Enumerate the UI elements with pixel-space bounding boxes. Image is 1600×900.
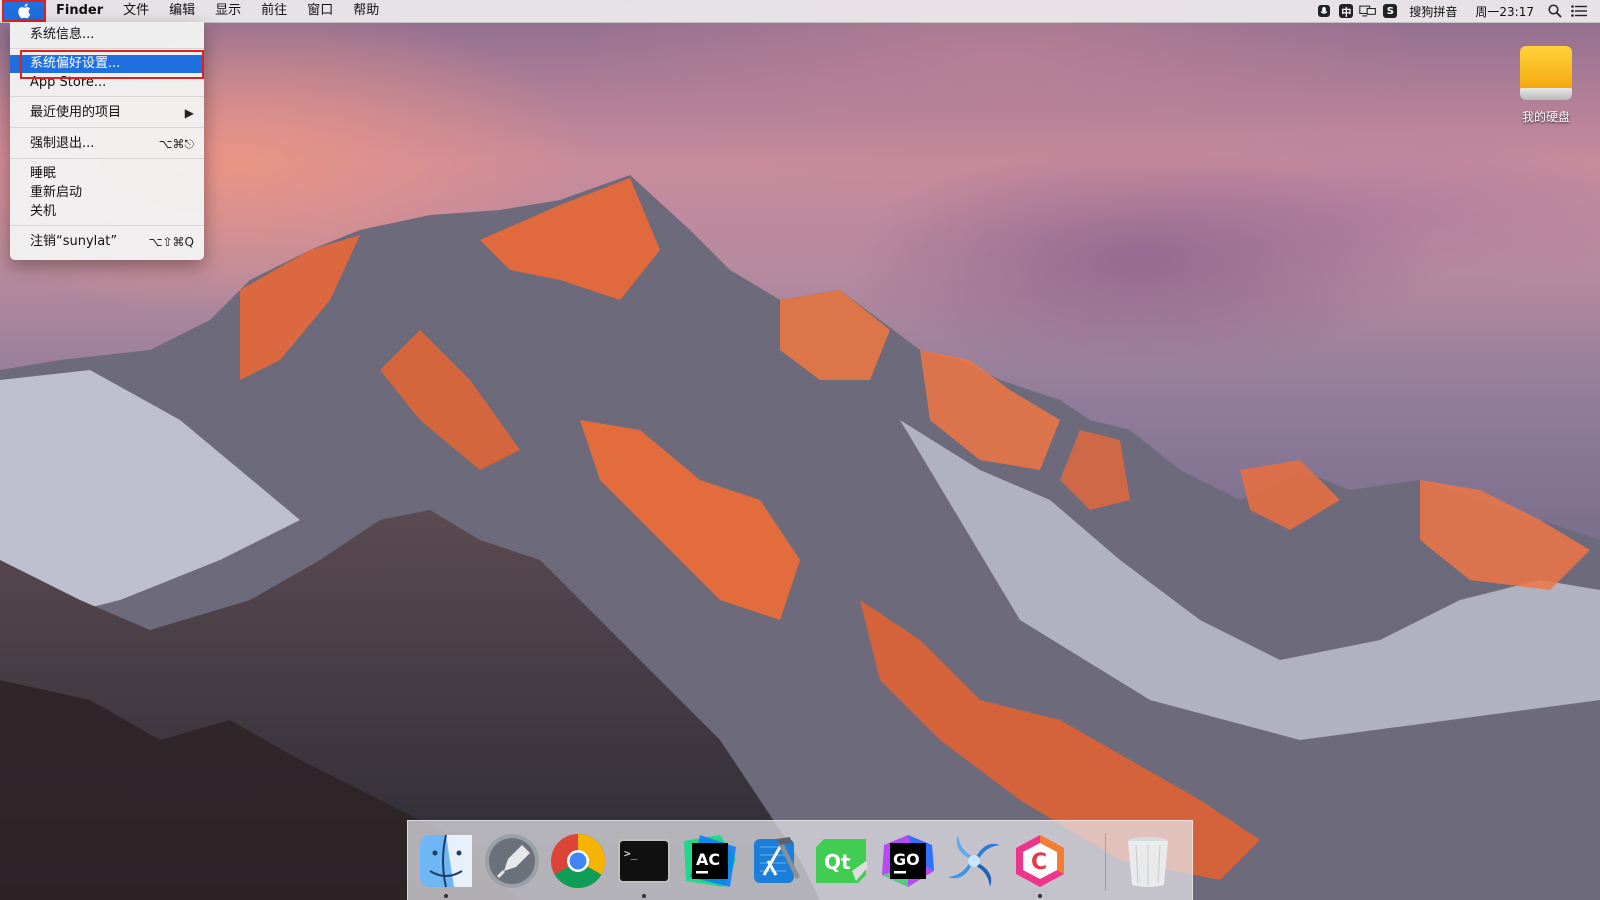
dock-finder[interactable] bbox=[416, 831, 476, 898]
xcode-icon bbox=[754, 837, 800, 883]
menu-item-system-preferences[interactable]: 系统偏好设置... bbox=[10, 55, 204, 73]
menu-separator bbox=[10, 127, 204, 128]
appcode-text: AC bbox=[696, 850, 720, 869]
apple-menu-button[interactable] bbox=[2, 0, 46, 22]
chrome-icon bbox=[551, 834, 606, 889]
running-indicator bbox=[642, 894, 646, 898]
menu-item-label: 重新启动 bbox=[30, 185, 83, 200]
finder-icon bbox=[420, 834, 472, 888]
menu-item-sleep[interactable]: 睡眠 bbox=[10, 165, 204, 183]
menu-bar: Finder 文件 编辑 显示 前往 窗口 帮助 中 S 搜狗拼音 周一23:1… bbox=[0, 0, 1600, 23]
running-indicator bbox=[1038, 894, 1042, 898]
ime-indicator[interactable]: 中 bbox=[1339, 4, 1354, 19]
ime-name[interactable]: 搜狗拼音 bbox=[1403, 3, 1463, 20]
dock-appcode[interactable]: AC bbox=[680, 831, 740, 891]
menu-edit[interactable]: 编辑 bbox=[159, 0, 205, 22]
menu-item-label: 最近使用的项目 bbox=[30, 105, 122, 120]
qt-icon: Qt bbox=[816, 839, 868, 883]
notification-center-icon[interactable] bbox=[1570, 3, 1588, 19]
dock-chrome[interactable] bbox=[548, 831, 608, 891]
menu-item-label: 强制退出... bbox=[30, 136, 95, 151]
goland-text: GO bbox=[893, 850, 920, 869]
clion-icon: C bbox=[1016, 835, 1064, 887]
menu-help[interactable]: 帮助 bbox=[343, 0, 389, 22]
menu-item-logout[interactable]: 注销“sunylat” ⌥⇧⌘Q bbox=[10, 233, 204, 251]
clock[interactable]: 周一23:17 bbox=[1469, 3, 1540, 20]
drive-label: 我的硬盘 bbox=[1521, 110, 1570, 124]
menu-item-system-info[interactable]: 系统信息... bbox=[10, 26, 204, 44]
menu-item-force-quit[interactable]: 强制退出... ⌥⌘⎋ bbox=[10, 135, 204, 153]
menu-window[interactable]: 窗口 bbox=[297, 0, 343, 22]
dock-terminal[interactable]: >_ bbox=[614, 831, 674, 898]
clion-text: C bbox=[1031, 850, 1047, 875]
mountain-scenery bbox=[0, 175, 1600, 900]
menu-finder[interactable]: Finder bbox=[46, 0, 113, 22]
menu-item-shutdown[interactable]: 关机 bbox=[10, 203, 204, 221]
search-icon[interactable] bbox=[1546, 3, 1564, 19]
apple-logo-icon bbox=[18, 3, 31, 19]
menu-file[interactable]: 文件 bbox=[113, 0, 159, 22]
dock-qt-creator[interactable]: Qt bbox=[812, 831, 872, 891]
dock-goland[interactable]: GO bbox=[878, 831, 938, 891]
menu-separator bbox=[10, 158, 204, 159]
dock: >_ AC Qt GO C bbox=[407, 820, 1193, 900]
microphone-icon[interactable] bbox=[1315, 3, 1333, 19]
dock-launchpad[interactable] bbox=[482, 831, 542, 891]
running-indicator bbox=[444, 894, 448, 898]
submenu-arrow-icon: ▶ bbox=[184, 106, 194, 120]
goland-icon: GO bbox=[882, 835, 934, 887]
menu-item-label: 系统信息... bbox=[30, 27, 95, 42]
menu-item-label: App Store... bbox=[30, 75, 107, 90]
menu-item-shortcut: ⌥⇧⌘Q bbox=[148, 235, 194, 249]
menu-item-label: 睡眠 bbox=[30, 166, 57, 181]
menu-go[interactable]: 前往 bbox=[251, 0, 297, 22]
vortex-icon bbox=[948, 835, 1000, 887]
menu-item-label: 注销“sunylat” bbox=[30, 234, 118, 249]
dock-xcode[interactable] bbox=[746, 831, 806, 891]
menu-separator bbox=[10, 225, 204, 226]
menu-view[interactable]: 显示 bbox=[205, 0, 251, 22]
menubar-status-area: 中 S 搜狗拼音 周一23:17 bbox=[1315, 0, 1600, 22]
menu-separator bbox=[10, 96, 204, 97]
apple-menu-dropdown: 系统信息... 系统偏好设置... App Store... 最近使用的项目 ▶… bbox=[10, 22, 204, 260]
hard-drive-icon bbox=[1520, 44, 1572, 102]
menu-item-label: 系统偏好设置... bbox=[30, 56, 121, 71]
menu-item-label: 关机 bbox=[30, 204, 57, 219]
dock-vortex-app[interactable] bbox=[944, 831, 1004, 891]
menu-item-shortcut: ⌥⌘⎋ bbox=[158, 137, 194, 151]
screen-mirroring-icon[interactable] bbox=[1359, 3, 1377, 19]
menu-item-restart[interactable]: 重新启动 bbox=[10, 184, 204, 202]
sogou-icon[interactable]: S bbox=[1383, 4, 1398, 18]
qt-text: Qt bbox=[824, 850, 851, 874]
terminal-prompt: >_ bbox=[624, 847, 638, 860]
dock-clion[interactable]: C bbox=[1010, 831, 1070, 898]
dock-divider bbox=[1105, 833, 1106, 891]
appcode-icon: AC bbox=[684, 835, 736, 887]
launchpad-rocket-icon bbox=[485, 834, 539, 888]
trash-icon bbox=[1128, 837, 1168, 887]
dock-trash[interactable] bbox=[1118, 831, 1178, 891]
menu-separator bbox=[10, 48, 204, 49]
terminal-icon: >_ bbox=[618, 839, 670, 883]
menu-item-recent-items[interactable]: 最近使用的项目 ▶ bbox=[10, 104, 204, 122]
desktop-drive[interactable]: 我的硬盘 bbox=[1506, 44, 1586, 125]
menu-item-app-store[interactable]: App Store... bbox=[10, 74, 204, 92]
